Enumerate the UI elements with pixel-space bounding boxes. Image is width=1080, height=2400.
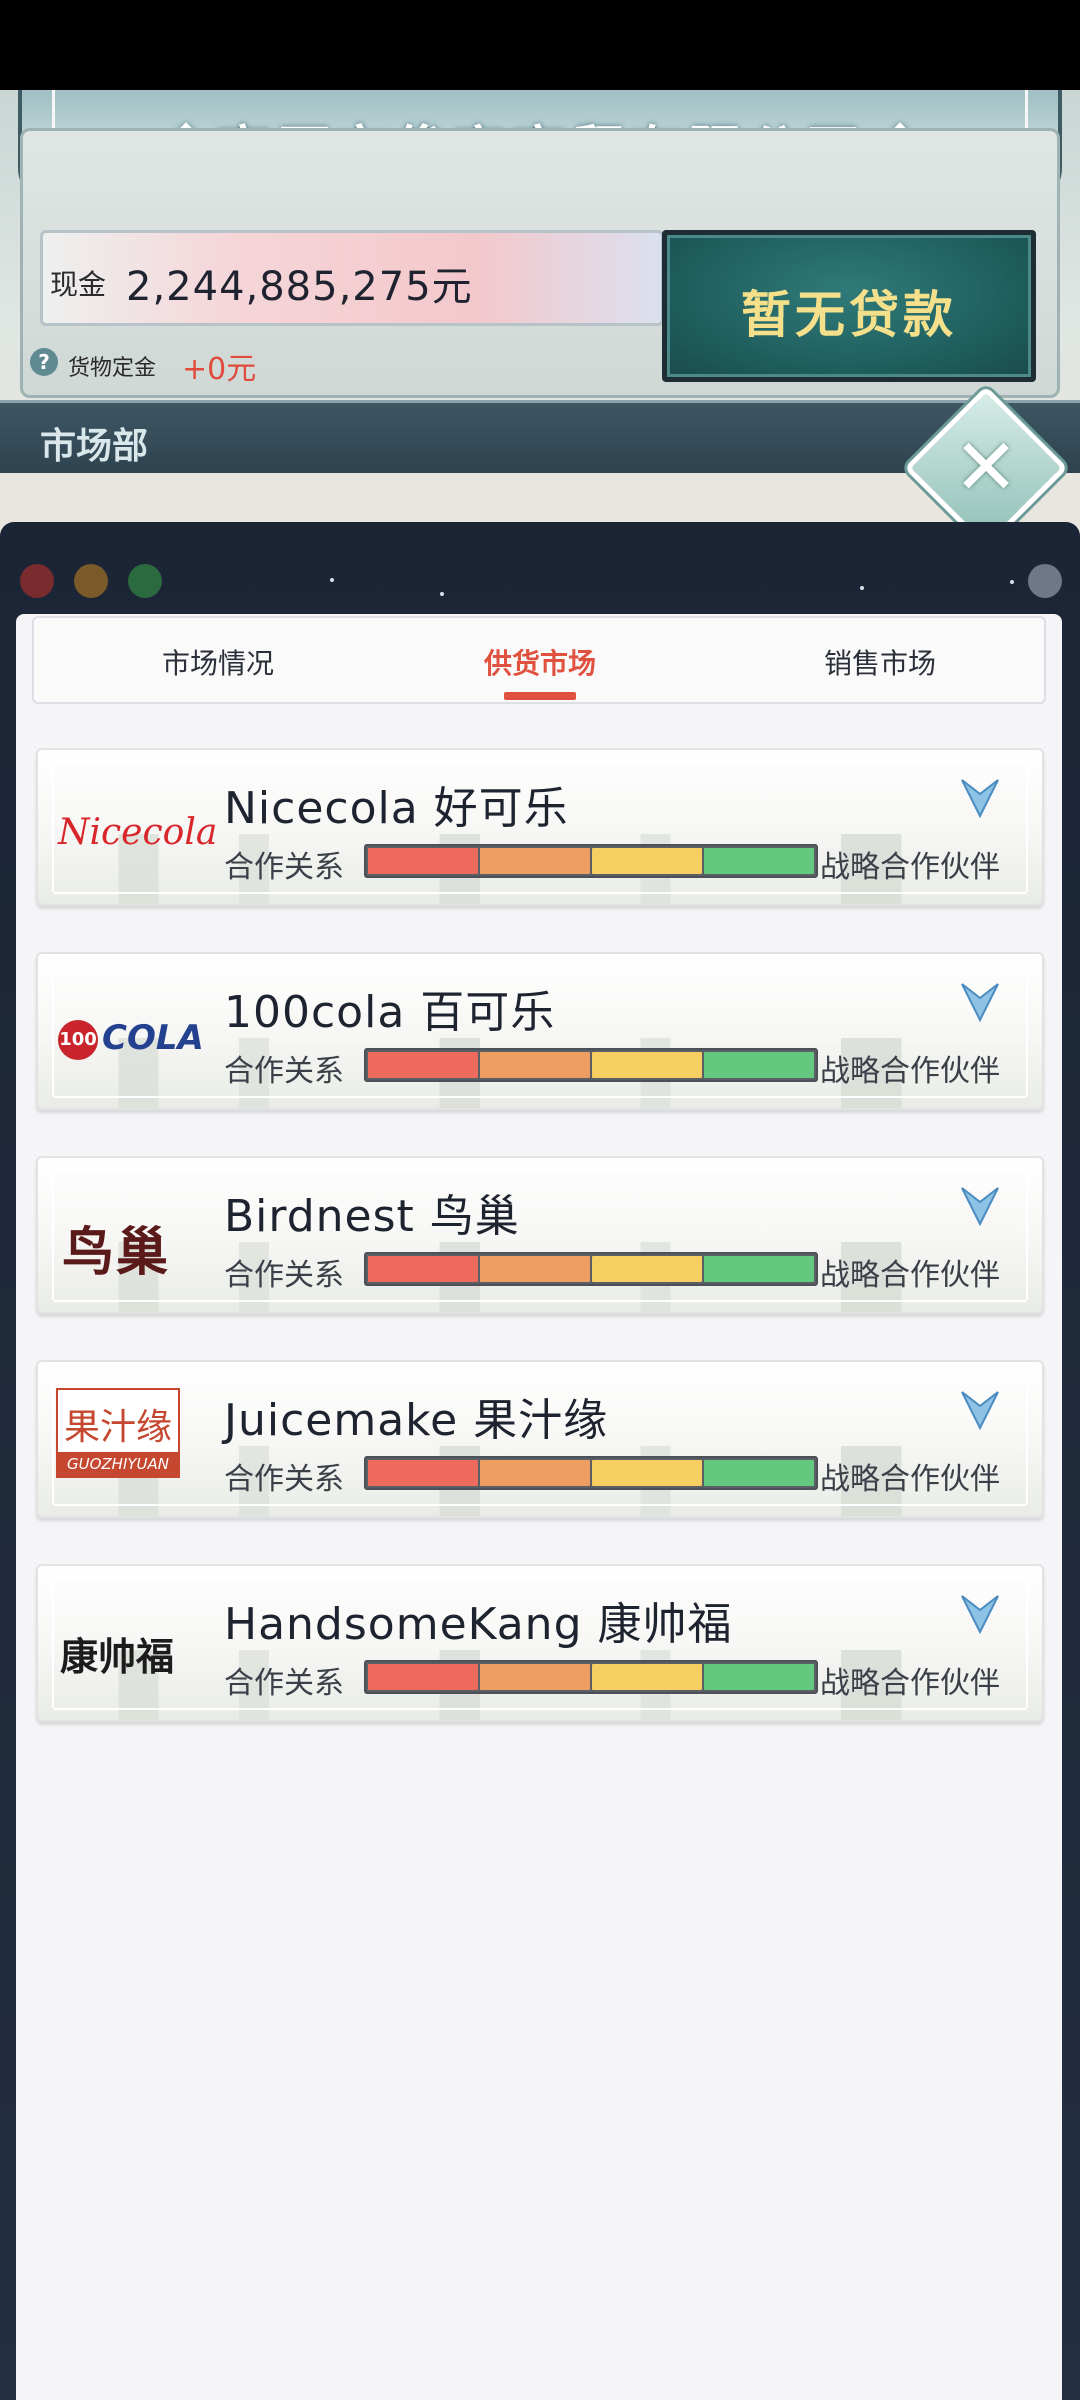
tab-market-overview[interactable]: 市场情况 [118, 642, 318, 682]
relation-segment [368, 848, 478, 874]
deposit-label: 货物定金 [68, 356, 157, 381]
loan-button[interactable]: 暂无贷款 [662, 230, 1036, 382]
relation-segment [592, 1460, 702, 1486]
supplier-card[interactable]: 100 COLA 100cola 百可乐 合作关系 战略合作伙伴 [36, 952, 1044, 1110]
loan-status-label: 暂无贷款 [741, 286, 957, 344]
relation-bar [364, 1048, 818, 1082]
relation-segment [480, 848, 590, 874]
relation-label: 合作关系 [224, 1666, 344, 1701]
window-dot-red-icon [20, 564, 54, 598]
star-icon [860, 586, 864, 590]
window-dot-gray-icon [1028, 564, 1062, 598]
close-icon[interactable]: ✕ [928, 410, 1044, 526]
star-icon [330, 578, 334, 582]
active-tab-indicator [504, 692, 576, 700]
relation-status: 战略合作伙伴 [820, 1666, 1000, 1701]
star-icon [440, 592, 444, 596]
birdnest-logo: 鸟巢 [62, 1223, 171, 1283]
chevron-down-icon[interactable] [960, 776, 1000, 820]
relation-segment [592, 1256, 702, 1282]
chevron-down-icon[interactable] [960, 1184, 1000, 1228]
tab-sales-market[interactable]: 销售市场 [780, 642, 980, 682]
supplier-name: Nicecola 好可乐 [224, 783, 569, 834]
relation-label: 合作关系 [224, 1054, 344, 1089]
window-dot-yellow-icon [74, 564, 108, 598]
handsomekang-logo: 康帅福 [60, 1634, 175, 1679]
relation-segment [480, 1256, 590, 1282]
relation-status: 战略合作伙伴 [820, 1462, 1000, 1497]
relation-segment [368, 1052, 478, 1078]
cash-label: 现金 [50, 268, 107, 301]
market-window: 市场情况 供货市场 销售市场 Nicecola Nicecola 好可乐 合作关… [0, 522, 1080, 2400]
tab-bar: 市场情况 供货市场 销售市场 [32, 616, 1046, 704]
juicemake-logo: 果汁缘 GUOZHIYUAN [56, 1388, 180, 1478]
supplier-name: HandsomeKang 康帅福 [224, 1599, 733, 1650]
relation-segment [480, 1460, 590, 1486]
relation-segment [368, 1664, 478, 1690]
supplier-card[interactable]: 鸟巢 Birdnest 鸟巢 合作关系 战略合作伙伴 [36, 1156, 1044, 1314]
relation-segment [704, 1664, 814, 1690]
relation-status: 战略合作伙伴 [820, 1258, 1000, 1293]
relation-bar [364, 1660, 818, 1694]
relation-segment [368, 1256, 478, 1282]
relation-label: 合作关系 [224, 1258, 344, 1293]
relation-bar [364, 1456, 818, 1490]
tab-supply-market[interactable]: 供货市场 [440, 642, 640, 682]
supplier-card[interactable]: 果汁缘 GUOZHIYUAN Juicemake 果汁缘 合作关系 战略合作伙伴 [36, 1360, 1044, 1518]
relation-segment [704, 1052, 814, 1078]
supplier-name: Birdnest 鸟巢 [224, 1191, 520, 1242]
cash-value: 2,244,885,275元 [126, 264, 473, 310]
relation-segment [592, 1664, 702, 1690]
supplier-name: 100cola 百可乐 [224, 987, 556, 1038]
supplier-name: Juicemake 果汁缘 [224, 1395, 609, 1446]
relation-label: 合作关系 [224, 850, 344, 885]
relation-segment [704, 1460, 814, 1486]
relation-segment [368, 1460, 478, 1486]
relation-segment [704, 1256, 814, 1282]
window-dot-green-icon [128, 564, 162, 598]
supplier-card[interactable]: Nicecola Nicecola 好可乐 合作关系 战略合作伙伴 [36, 748, 1044, 906]
relation-status: 战略合作伙伴 [820, 850, 1000, 885]
100cola-logo: 100 COLA [58, 1018, 204, 1060]
status-bar [0, 0, 1080, 90]
nicecola-logo: Nicecola [58, 812, 218, 853]
market-content: 市场情况 供货市场 销售市场 Nicecola Nicecola 好可乐 合作关… [16, 614, 1062, 2400]
chevron-down-icon[interactable] [960, 1592, 1000, 1636]
relation-bar [364, 1252, 818, 1286]
department-title: 市场部 [40, 426, 149, 467]
relation-label: 合作关系 [224, 1462, 344, 1497]
supplier-card[interactable]: 康帅福 HandsomeKang 康帅福 合作关系 战略合作伙伴 [36, 1564, 1044, 1722]
relation-segment [592, 848, 702, 874]
star-icon [1010, 580, 1014, 584]
chevron-down-icon[interactable] [960, 980, 1000, 1024]
relation-segment [480, 1664, 590, 1690]
relation-bar [364, 844, 818, 878]
relation-segment [704, 848, 814, 874]
relation-status: 战略合作伙伴 [820, 1054, 1000, 1089]
relation-segment [480, 1052, 590, 1078]
help-icon[interactable]: ? [30, 348, 58, 376]
chevron-down-icon[interactable] [960, 1388, 1000, 1432]
deposit-value: +0元 [182, 352, 257, 387]
relation-segment [592, 1052, 702, 1078]
